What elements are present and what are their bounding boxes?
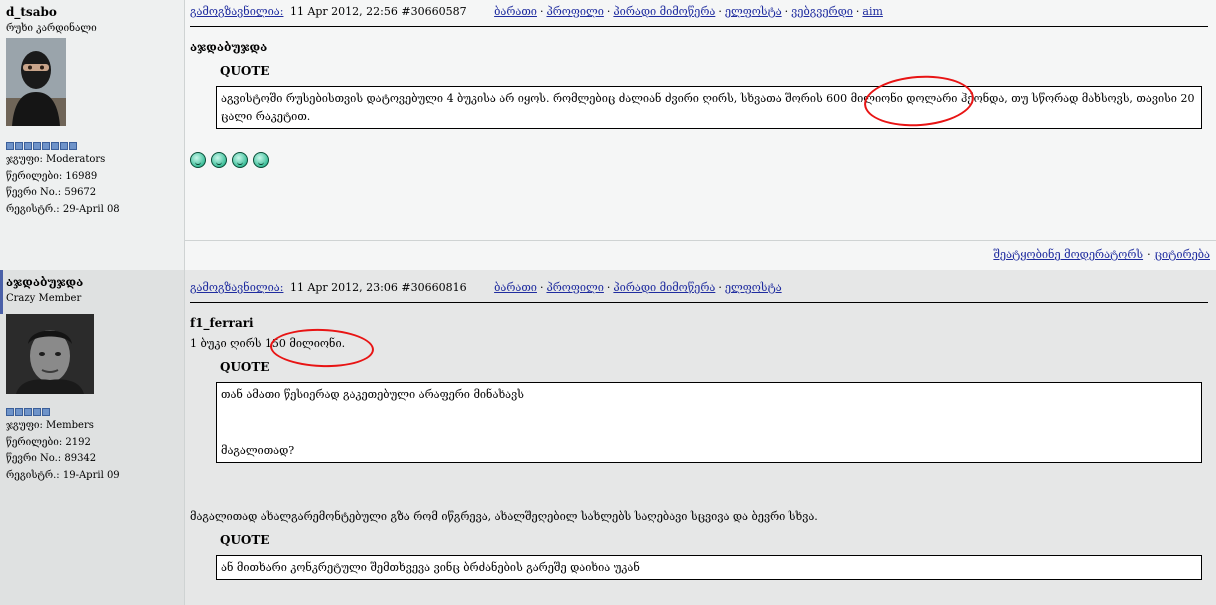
rank-pip [6,142,14,150]
post-date: 11 Apr 2012, 22:56 [289,5,398,18]
post-action-links: ბარათი · პროფილი · პირადი მიმოწერა · ელფოსტა · ვ… [494,5,883,18]
author-username[interactable]: აჯდაბუჯდა [6,275,83,289]
post-intro-text: 1 ბუკი ღირს 150 მილიონი. [190,337,346,350]
smile-icon [232,152,248,168]
rank-pip [69,142,77,150]
post-2-author-panel: აჯდაბუჯდა Crazy Member ჯგუფი: Members წე… [0,270,185,605]
author-registered: რეგისტრ.: 29-April 08 [6,203,120,215]
rank-pip [15,142,23,150]
post-reply-text: მაგალითად ახალგარემონტებული გზა რომ იწგრ… [190,510,818,523]
rank-pip [24,142,32,150]
post-footer-links: შეატყობინე მოდერატორს · ციტირება [993,248,1210,261]
post-title: f1_ferrari [190,316,254,330]
quote-box: ან მითხარი კონკრეტული შემთხვევა ვინც ბრძ… [216,555,1202,580]
author-group: ჯგუფი: Members [6,420,94,431]
card-link[interactable]: ბარათი [494,5,537,18]
website-link[interactable]: ვებგვერდი [791,5,853,18]
rank-pip [60,142,68,150]
author-title: Crazy Member [6,293,82,304]
report-moderator-link[interactable]: შეატყობინე მოდერატორს [993,248,1143,261]
author-post-count: წერილები: 2192 [6,436,91,448]
post-id: #30660587 [401,5,467,18]
rank-pip [42,408,50,416]
author-username[interactable]: d_tsabo [6,5,57,19]
post-title: აჯდაბუჯდა [190,40,268,54]
smile-icon [211,152,227,168]
author-info: ჯგუფი: Moderators წერილები: 16989 წევრი … [6,152,120,218]
quote-box: თან ამათი წესიერად გაკეთებული არაფერი მი… [216,382,1202,463]
rank-pip [15,408,23,416]
rank-pip [33,142,41,150]
avatar [6,314,94,394]
quote-label: QUOTE [220,533,270,547]
rank-pip [42,142,50,150]
post-1: d_tsabo რუხი კარდინალი ჯგუფი: Moderators… [0,0,1216,270]
private-message-link[interactable]: პირადი მიმოწერა [613,5,715,18]
rank-pips [6,408,50,416]
author-info: ჯგუფი: Members წერილები: 2192 წევრი No.:… [6,418,120,484]
footer-divider [185,240,1216,241]
post-1-content: გამოგზავნილია: 11 Apr 2012, 22:56 #30660… [190,0,1208,270]
author-registered: რეგისტრ.: 19-April 09 [6,469,120,481]
post-2: აჯდაბუჯდა Crazy Member ჯგუფი: Members წე… [0,270,1216,605]
emoji-row [190,152,269,168]
profile-link[interactable]: პროფილი [546,281,603,294]
card-link[interactable]: ბარათი [494,281,537,294]
quote-line-2: მაგალითად? [221,444,295,457]
rank-pip [33,408,41,416]
rank-pip [6,408,14,416]
post-id: #30660816 [401,281,467,294]
smile-icon [190,152,206,168]
avatar-man-portrait [6,314,94,394]
author-group: ჯგუფი: Moderators [6,154,106,165]
author-title: რუხი კარდინალი [6,23,97,34]
author-post-count: წერილები: 16989 [6,170,98,182]
post-header: გამოგზავნილია: 11 Apr 2012, 23:06 #30660… [190,281,1208,303]
email-link[interactable]: ელფოსტა [725,281,782,294]
private-message-link[interactable]: პირადი მიმოწერა [613,281,715,294]
quote-box: აგვისტოში რუსებისთვის დატოვებული 4 ბუკის… [216,86,1202,129]
quote-label: QUOTE [220,360,270,374]
quote-link[interactable]: ციტირება [1155,248,1210,261]
post-header: გამოგზავნილია: 11 Apr 2012, 22:56 #30660… [190,5,1208,27]
rank-pip [24,408,32,416]
avatar-masked-man [6,38,66,126]
quote-line-1: თან ამათი წესიერად გაკეთებული არაფერი მი… [221,388,524,401]
rank-pips [6,142,77,150]
author-member-no: წევრი No.: 59672 [6,187,97,198]
author-member-no: წევრი No.: 89342 [6,453,97,464]
email-link[interactable]: ელფოსტა [725,5,782,18]
profile-link[interactable]: პროფილი [546,5,603,18]
posted-label-link[interactable]: გამოგზავნილია: [190,5,283,18]
post-action-links: ბარათი · პროფილი · პირადი მიმოწერა · ელფოსტა [494,281,782,294]
rank-pip [51,142,59,150]
post-1-author-panel: d_tsabo რუხი კარდინალი ჯგუფი: Moderators… [0,0,185,270]
post-date: 11 Apr 2012, 23:06 [289,281,398,294]
aim-link[interactable]: aim [862,5,883,18]
avatar [6,38,94,126]
smile-icon [253,152,269,168]
post-2-content: გამოგზავნილია: 11 Apr 2012, 23:06 #30660… [190,270,1208,605]
posted-label-link[interactable]: გამოგზავნილია: [190,281,283,294]
quote-label: QUOTE [220,64,270,78]
